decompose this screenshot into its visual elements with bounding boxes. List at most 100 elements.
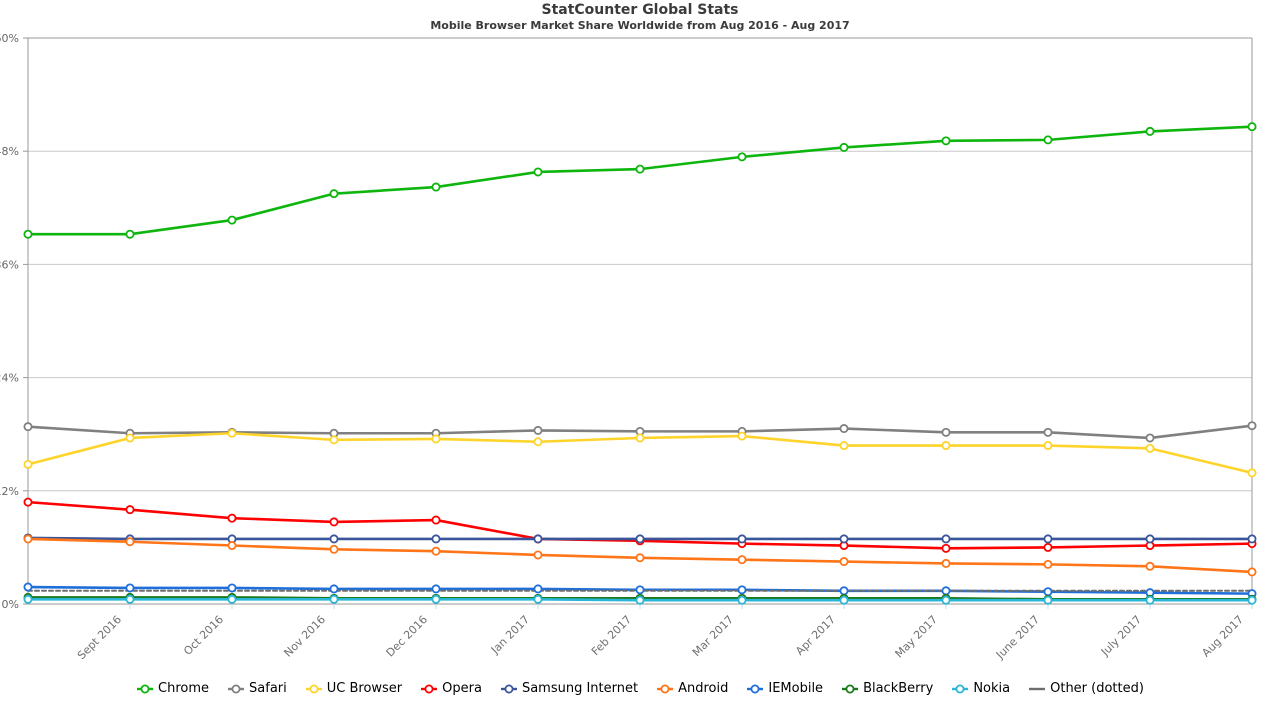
data-point-marker[interactable] [737, 152, 747, 162]
data-point-marker[interactable] [839, 586, 849, 596]
data-point-marker[interactable] [125, 229, 135, 239]
x-axis-tick-labels: Sept 2016 Oct 2016 Nov 2016 Dec 2016 Jan 201… [75, 604, 1253, 662]
data-point-marker[interactable] [227, 594, 237, 604]
data-point-marker[interactable] [1247, 534, 1257, 544]
data-point-marker[interactable] [941, 427, 951, 437]
data-point-marker[interactable] [533, 437, 543, 447]
data-point-marker[interactable] [635, 595, 645, 605]
legend-item[interactable]: Safari [227, 682, 287, 696]
data-point-marker[interactable] [533, 584, 543, 594]
data-point-marker[interactable] [23, 594, 33, 604]
data-point-marker[interactable] [839, 424, 849, 434]
legend-item[interactable]: Samsung Internet [500, 682, 638, 696]
data-point-marker[interactable] [1247, 468, 1257, 478]
data-point-marker[interactable] [1043, 587, 1053, 597]
data-point-marker[interactable] [431, 546, 441, 556]
legend-label: Samsung Internet [521, 681, 639, 696]
data-point-marker[interactable] [23, 497, 33, 507]
data-point-marker[interactable] [1247, 567, 1257, 577]
data-point-marker[interactable] [227, 428, 237, 438]
data-point-marker[interactable] [1145, 443, 1155, 453]
data-point-marker[interactable] [635, 553, 645, 563]
data-point-marker[interactable] [533, 550, 543, 560]
data-point-marker[interactable] [431, 594, 441, 604]
data-point-marker[interactable] [941, 534, 951, 544]
legend-item[interactable]: Other (dotted) [1028, 682, 1144, 696]
data-point-marker[interactable] [1145, 561, 1155, 571]
data-point-marker[interactable] [1043, 135, 1053, 145]
data-point-marker[interactable] [329, 189, 339, 199]
data-point-marker[interactable] [431, 182, 441, 192]
data-point-marker[interactable] [1145, 126, 1155, 136]
data-point-marker[interactable] [941, 543, 951, 553]
data-point-marker[interactable] [329, 517, 339, 527]
data-point-marker[interactable] [839, 534, 849, 544]
data-point-marker[interactable] [329, 594, 339, 604]
data-point-marker[interactable] [533, 425, 543, 435]
data-point-marker[interactable] [1247, 595, 1257, 605]
legend-label: BlackBerry [863, 681, 934, 696]
data-point-marker[interactable] [839, 142, 849, 152]
data-point-marker[interactable] [23, 534, 33, 544]
legend-item[interactable]: IEMobile [746, 682, 823, 696]
data-point-marker[interactable] [1043, 427, 1053, 437]
data-point-marker[interactable] [1043, 441, 1053, 451]
data-point-marker[interactable] [941, 595, 951, 605]
data-point-marker[interactable] [431, 434, 441, 444]
data-point-marker[interactable] [23, 582, 33, 592]
data-point-marker[interactable] [329, 584, 339, 594]
legend-item[interactable]: Chrome [136, 682, 209, 696]
data-point-marker[interactable] [1043, 534, 1053, 544]
legend-item[interactable]: Nokia [951, 682, 1010, 696]
data-point-marker[interactable] [329, 544, 339, 554]
data-point-marker[interactable] [1145, 595, 1155, 605]
data-point-marker[interactable] [941, 136, 951, 146]
data-point-marker[interactable] [23, 459, 33, 469]
data-point-marker[interactable] [329, 534, 339, 544]
legend-item[interactable]: UC Browser [305, 682, 402, 696]
data-point-marker[interactable] [635, 585, 645, 595]
data-point-marker[interactable] [533, 167, 543, 177]
data-point-marker[interactable] [1043, 559, 1053, 569]
data-point-marker[interactable] [431, 534, 441, 544]
data-point-marker[interactable] [1145, 534, 1155, 544]
data-point-marker[interactable] [125, 537, 135, 547]
data-point-marker[interactable] [125, 433, 135, 443]
data-point-marker[interactable] [227, 541, 237, 551]
data-point-marker[interactable] [839, 557, 849, 567]
data-point-marker[interactable] [533, 534, 543, 544]
data-point-marker[interactable] [227, 513, 237, 523]
data-point-marker[interactable] [227, 583, 237, 593]
data-point-marker[interactable] [1247, 421, 1257, 431]
data-point-marker[interactable] [1247, 122, 1257, 132]
data-point-marker[interactable] [737, 585, 747, 595]
data-point-marker[interactable] [635, 433, 645, 443]
data-point-marker[interactable] [737, 555, 747, 565]
data-point-marker[interactable] [737, 431, 747, 441]
data-point-marker[interactable] [839, 441, 849, 451]
data-point-marker[interactable] [1043, 542, 1053, 552]
legend-item[interactable]: BlackBerry [841, 682, 933, 696]
data-point-marker[interactable] [1043, 595, 1053, 605]
data-point-marker[interactable] [635, 164, 645, 174]
data-point-marker[interactable] [329, 435, 339, 445]
data-point-marker[interactable] [125, 594, 135, 604]
legend-item[interactable]: Android [656, 682, 728, 696]
data-point-marker[interactable] [125, 505, 135, 515]
data-point-marker[interactable] [23, 229, 33, 239]
data-point-marker[interactable] [941, 441, 951, 451]
data-point-marker[interactable] [941, 586, 951, 596]
data-point-marker[interactable] [941, 558, 951, 568]
data-point-marker[interactable] [839, 595, 849, 605]
data-point-marker[interactable] [227, 215, 237, 225]
data-point-marker[interactable] [1145, 433, 1155, 443]
data-point-marker[interactable] [125, 583, 135, 593]
data-point-marker[interactable] [737, 595, 747, 605]
data-point-marker[interactable] [533, 594, 543, 604]
data-point-marker[interactable] [431, 584, 441, 594]
data-point-marker[interactable] [737, 534, 747, 544]
data-point-marker[interactable] [431, 515, 441, 525]
data-point-marker[interactable] [635, 534, 645, 544]
legend-item[interactable]: Opera [420, 682, 482, 696]
data-point-marker[interactable] [23, 422, 33, 432]
